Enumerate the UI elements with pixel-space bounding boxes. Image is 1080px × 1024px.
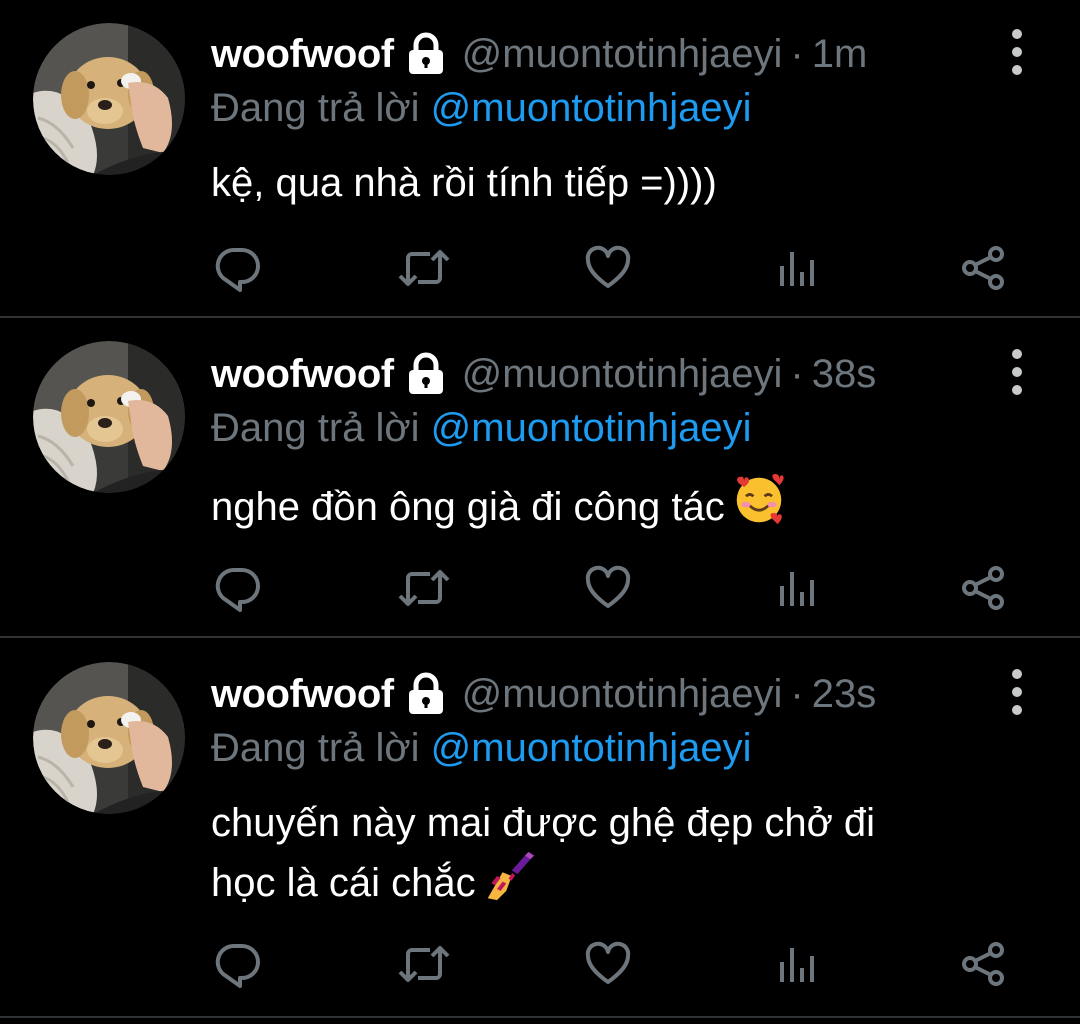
reply-button[interactable]: [208, 238, 268, 298]
lock-icon: [404, 672, 448, 716]
tweet-text-line: nghe đồn ông già đi công tác: [211, 474, 1031, 540]
tweet-text-line-1: chuyến này mai được ghệ đẹp chở đi: [211, 801, 876, 845]
like-button[interactable]: [578, 238, 638, 298]
tweet-text-line: kệ, qua nhà rồi tính tiếp =)))): [211, 161, 717, 205]
share-button[interactable]: [954, 934, 1014, 994]
reply-prefix: Đang trả lời: [211, 86, 420, 130]
timestamp[interactable]: 1m: [812, 26, 868, 82]
heart-icon: [584, 244, 632, 292]
share-icon: [960, 244, 1008, 292]
heart-icon: [584, 564, 632, 612]
tweet-text-line-2: học là cái chắc: [211, 861, 476, 905]
share-icon: [960, 564, 1008, 612]
tweet-text-line-1: nghe đồn ông già đi công tác: [211, 485, 725, 529]
separator: ·: [790, 32, 804, 76]
replying-to: Đang trả lời @muontotinhjaeyi: [211, 720, 751, 776]
tweet-text: nghe đồn ông già đi công tác: [211, 474, 1031, 540]
retweet-icon: [396, 564, 452, 612]
tweet-text: kệ, qua nhà rồi tính tiếp =)))): [211, 156, 1031, 210]
reply-mention-link[interactable]: @muontotinhjaeyi: [431, 406, 752, 450]
retweet-button[interactable]: [394, 934, 454, 994]
timestamp[interactable]: 23s: [812, 666, 877, 722]
lock-icon: [404, 32, 448, 76]
analytics-button[interactable]: [766, 558, 826, 618]
display-name[interactable]: woofwoof: [211, 346, 394, 402]
analytics-icon: [772, 564, 820, 612]
like-button[interactable]: [578, 934, 638, 994]
retweet-button[interactable]: [394, 558, 454, 618]
like-button[interactable]: [578, 558, 638, 618]
lock-icon: [404, 352, 448, 396]
reply-icon: [214, 564, 262, 612]
avatar[interactable]: [33, 341, 185, 493]
heart-icon: [584, 940, 632, 988]
analytics-button[interactable]: [766, 238, 826, 298]
action-bar: [0, 238, 1080, 298]
action-bar: [0, 934, 1080, 994]
reply-icon: [214, 244, 262, 292]
more-vertical-icon[interactable]: [1000, 342, 1034, 402]
separator: ·: [790, 672, 804, 716]
display-name[interactable]: woofwoof: [211, 666, 394, 722]
user-handle[interactable]: @muontotinhjaeyi: [462, 666, 783, 722]
reply-button[interactable]: [208, 558, 268, 618]
user-handle[interactable]: @muontotinhjaeyi: [462, 26, 783, 82]
smiling-face-with-hearts-icon: [733, 474, 785, 540]
reply-mention-link[interactable]: @muontotinhjaeyi: [431, 86, 752, 130]
action-bar: [0, 558, 1080, 618]
avatar[interactable]: [33, 662, 185, 814]
display-name[interactable]: woofwoof: [211, 26, 394, 82]
analytics-icon: [772, 940, 820, 988]
retweet-button[interactable]: [394, 238, 454, 298]
replying-to: Đang trả lời @muontotinhjaeyi: [211, 80, 751, 136]
tweet-1[interactable]: woofwoof @muontotinhjaeyi · 1m Đang trả …: [0, 0, 1080, 318]
separator: ·: [790, 352, 804, 396]
tweet-text: chuyến này mai được ghệ đẹp chở đi học l…: [211, 796, 1031, 916]
retweet-icon: [396, 940, 452, 988]
replying-to: Đang trả lời @muontotinhjaeyi: [211, 400, 751, 456]
reply-prefix: Đang trả lời: [211, 406, 420, 450]
reply-icon: [214, 940, 262, 988]
analytics-icon: [772, 244, 820, 292]
nail-polish-icon: [484, 850, 536, 916]
share-icon: [960, 940, 1008, 988]
share-button[interactable]: [954, 558, 1014, 618]
avatar[interactable]: [33, 23, 185, 175]
tweet-3[interactable]: woofwoof @muontotinhjaeyi · 23s Đang trả…: [0, 638, 1080, 1018]
analytics-button[interactable]: [766, 934, 826, 994]
tweet-text-line: học là cái chắc: [211, 850, 1031, 916]
timestamp[interactable]: 38s: [812, 346, 877, 402]
user-handle[interactable]: @muontotinhjaeyi: [462, 346, 783, 402]
reply-mention-link[interactable]: @muontotinhjaeyi: [431, 726, 752, 770]
reply-button[interactable]: [208, 934, 268, 994]
reply-prefix: Đang trả lời: [211, 726, 420, 770]
retweet-icon: [396, 244, 452, 292]
tweet-2[interactable]: woofwoof @muontotinhjaeyi · 38s Đang trả…: [0, 318, 1080, 638]
share-button[interactable]: [954, 238, 1014, 298]
more-vertical-icon[interactable]: [1000, 22, 1034, 82]
more-vertical-icon[interactable]: [1000, 662, 1034, 722]
